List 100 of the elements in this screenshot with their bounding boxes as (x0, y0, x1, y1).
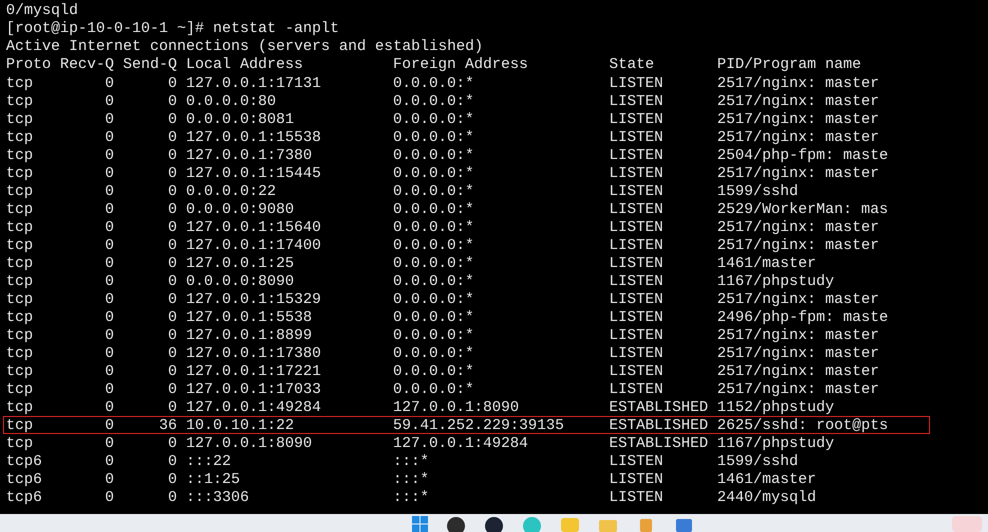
table-cell: 127.0.0.1:17400 (186, 237, 322, 254)
table-cell: LISTEN (609, 201, 664, 218)
column-header: Send-Q (122, 56, 177, 73)
table-cell: 1599/sshd (717, 183, 798, 200)
table-cell: LISTEN (609, 327, 664, 344)
table-cell: 2517/nginx: master (717, 219, 880, 236)
table-cell: 0.0.0.0:* (393, 273, 474, 290)
table-cell: 127.0.0.1:8899 (186, 327, 312, 344)
table-cell: 0 (168, 237, 177, 254)
table-cell: 0.0.0.0:9080 (186, 201, 294, 218)
table-cell: ::1:25 (186, 471, 240, 488)
table-cell: tcp (6, 183, 34, 200)
table-cell: 10.0.10.1:22 (186, 417, 294, 434)
table-cell: 0.0.0.0:* (393, 309, 474, 326)
table-cell: LISTEN (609, 93, 664, 110)
table-cell: :::3306 (186, 489, 250, 506)
table-cell: 2517/nginx: master (717, 363, 880, 380)
table-cell: tcp (6, 417, 34, 434)
table-cell: 0.0.0.0:* (393, 381, 474, 398)
table-cell: 1167/phpstudy (717, 435, 834, 452)
table-cell: 0 (168, 399, 177, 416)
table-cell: 0 (104, 183, 114, 200)
table-cell: 1599/sshd (717, 453, 798, 470)
table-cell: 0.0.0.0:* (393, 327, 474, 344)
table-cell: 127.0.0.1:8090 (186, 435, 312, 452)
table-cell: LISTEN (609, 453, 664, 470)
column-header: Local Address (186, 56, 304, 73)
terminal-line: 0/mysqld (6, 2, 78, 19)
table-cell: LISTEN (609, 111, 664, 128)
table-cell: 0 (104, 435, 114, 452)
column-header: State (609, 56, 654, 73)
table-cell: LISTEN (609, 129, 664, 146)
table-cell: 0 (104, 147, 114, 164)
table-cell: 2517/nginx: master (717, 381, 880, 398)
table-cell: tcp (6, 255, 34, 272)
table-cell: 0 (168, 309, 177, 326)
table-cell: 0 (104, 75, 114, 92)
table-cell: LISTEN (609, 183, 664, 200)
table-cell: 0 (168, 111, 177, 128)
table-cell: 0.0.0.0:* (393, 111, 474, 128)
table-cell: 127.0.0.1:17221 (186, 363, 322, 380)
table-cell: 2517/nginx: master (717, 345, 880, 362)
table-cell: 127.0.0.1:15329 (186, 291, 322, 308)
table-cell: 127.0.0.1:15640 (186, 219, 322, 236)
table-cell: 0 (104, 93, 114, 110)
table-cell: 0 (104, 453, 114, 470)
table-cell: ESTABLISHED (609, 399, 708, 416)
table-cell: 127.0.0.1:49284 (186, 399, 322, 416)
table-cell: 127.0.0.1:49284 (393, 435, 528, 452)
table-cell: LISTEN (609, 75, 664, 92)
table-cell: 0 (168, 93, 177, 110)
table-cell: 2517/nginx: master (717, 327, 880, 344)
table-cell: 0 (104, 255, 114, 272)
table-cell: 127.0.0.1:15538 (186, 129, 322, 146)
table-cell: 0 (104, 327, 114, 344)
table-cell: LISTEN (609, 471, 664, 488)
table-cell: 0 (168, 363, 177, 380)
table-cell: :::* (393, 489, 430, 506)
column-header: Recv-Q (60, 56, 114, 73)
table-cell: 1167/phpstudy (717, 273, 834, 290)
table-cell: ESTABLISHED (609, 435, 708, 452)
table-cell: tcp (6, 75, 34, 92)
app-icon[interactable] (484, 516, 504, 532)
table-cell: tcp (6, 345, 34, 362)
table-cell: LISTEN (609, 273, 664, 290)
table-cell: 0.0.0.0:8081 (186, 111, 294, 128)
table-cell: LISTEN (609, 381, 664, 398)
windows-icon[interactable] (412, 516, 428, 532)
table-cell: 2517/nginx: master (717, 93, 880, 110)
table-cell: 0.0.0.0:* (393, 219, 474, 236)
table-cell: 0.0.0.0:* (393, 165, 474, 182)
table-cell: 2517/nginx: master (717, 129, 880, 146)
app-icon[interactable] (446, 516, 466, 532)
table-cell: 0 (104, 309, 114, 326)
table-cell: 0.0.0.0:* (393, 345, 474, 362)
table-cell: 0 (104, 489, 114, 506)
table-cell: 0 (168, 435, 177, 452)
table-cell: 0.0.0.0:22 (186, 183, 276, 200)
table-cell: 2517/nginx: master (717, 291, 880, 308)
table-cell: 0 (104, 345, 114, 362)
table-cell: 0.0.0.0:* (393, 147, 474, 164)
table-cell: tcp (6, 291, 34, 308)
table-cell: ESTABLISHED (609, 417, 708, 434)
table-cell: :::22 (186, 453, 232, 470)
table-cell: tcp (6, 435, 34, 452)
table-cell: 0.0.0.0:* (393, 363, 474, 380)
table-cell: 0.0.0.0:* (393, 183, 474, 200)
table-cell: 0.0.0.0:* (393, 237, 474, 254)
table-cell: 0 (104, 111, 114, 128)
table-cell: 0.0.0.0:* (393, 255, 474, 272)
terminal-line: Active Internet connections (servers and established) (6, 38, 484, 55)
table-cell: 1461/master (717, 255, 816, 272)
table-cell: 0 (168, 75, 177, 92)
table-cell: :::* (393, 471, 430, 488)
table-cell: 2496/php-fpm: maste (717, 309, 888, 326)
table-cell: 2504/php-fpm: maste (717, 147, 888, 164)
table-cell: tcp (6, 273, 34, 290)
table-cell: tcp (6, 381, 34, 398)
table-cell: 0 (104, 201, 114, 218)
table-cell: 59.41.252.229:39135 (393, 417, 564, 434)
